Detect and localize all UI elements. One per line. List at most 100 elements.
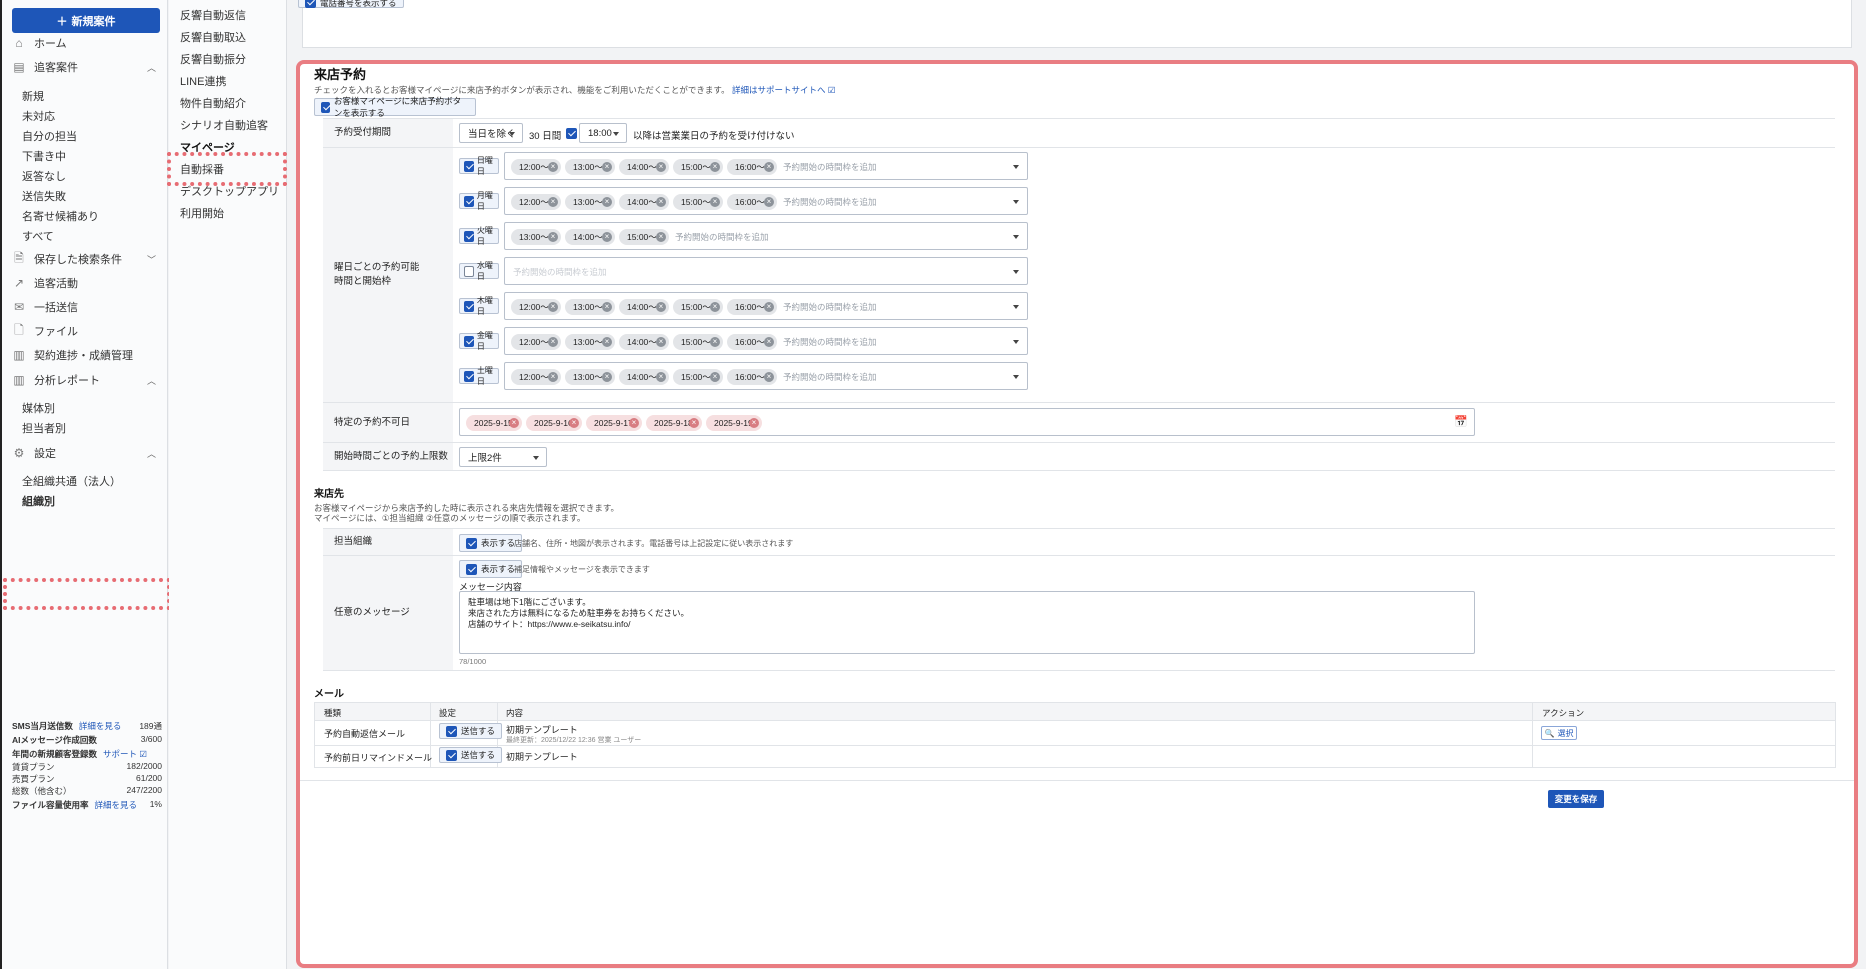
time-slot-label: 16:00〜: [735, 372, 765, 382]
nav-tracking-mine[interactable]: 自分の担当: [22, 128, 77, 144]
remove-slot-icon[interactable]: ×: [602, 197, 612, 207]
calendar-icon[interactable]: 📅: [1454, 415, 1468, 428]
day-slot-select-3[interactable]: 予約開始の時間枠を追加: [504, 257, 1028, 285]
day-slot-select-2[interactable]: 13:00〜 × 14:00〜 × 15:00〜 × 予約開始の時間枠を追加: [504, 222, 1028, 250]
day-checkbox-5[interactable]: 金曜日: [459, 331, 499, 351]
remove-slot-icon[interactable]: ×: [548, 162, 558, 172]
nav-tracking-noreply[interactable]: 返答なし: [22, 168, 66, 184]
remove-date-icon[interactable]: ×: [749, 418, 759, 428]
nav-contract[interactable]: ▥ 契約進捗・成績管理: [12, 344, 162, 366]
remove-slot-icon[interactable]: ×: [710, 302, 720, 312]
mail-title: メール: [314, 689, 344, 700]
subnav-line[interactable]: LINE連携: [180, 73, 226, 89]
nav-settings-common[interactable]: 全組織共通（法人）: [22, 473, 121, 489]
org-show-checkbox[interactable]: 表示する: [459, 534, 523, 552]
remove-slot-icon[interactable]: ×: [764, 197, 774, 207]
message-textarea[interactable]: 駐車場は地下1階にございます。 来店された方は無料になるため駐車券をお持ちくださ…: [459, 591, 1475, 654]
remove-date-icon[interactable]: ×: [509, 418, 519, 428]
auto-reply-send-checkbox[interactable]: 送信する: [439, 723, 503, 739]
sms-detail-link[interactable]: 詳細を見る: [79, 721, 122, 731]
remove-slot-icon[interactable]: ×: [710, 372, 720, 382]
nav-tracking-unhandled[interactable]: 未対応: [22, 108, 55, 124]
remove-slot-icon[interactable]: ×: [656, 162, 666, 172]
subnav-scenario[interactable]: シナリオ自動追客: [180, 117, 268, 133]
subnav-auto-assign[interactable]: 反響自動振分: [180, 51, 246, 67]
remove-slot-icon[interactable]: ×: [656, 232, 666, 242]
message-show-checkbox[interactable]: 表示する: [459, 560, 523, 578]
unavailable-date-field[interactable]: 2025-9-15 × 2025-9-16 × 2025-9-17 × 2025-9-18 ×…: [459, 408, 1475, 436]
day-checkbox-0[interactable]: 日曜日: [459, 156, 499, 176]
nav-report[interactable]: ▥ 分析レポート ︿: [12, 369, 162, 391]
remove-slot-icon[interactable]: ×: [710, 162, 720, 172]
remove-slot-icon[interactable]: ×: [656, 337, 666, 347]
subnav-auto-reply[interactable]: 反響自動返信: [180, 7, 246, 23]
remove-slot-icon[interactable]: ×: [656, 197, 666, 207]
select-template-button[interactable]: 🔍 選択: [1541, 726, 1577, 740]
subnav-property-intro[interactable]: 物件自動紹介: [180, 95, 246, 111]
nav-bulk-send[interactable]: ✉ 一括送信: [12, 296, 162, 318]
nav-activity[interactable]: ↗ 追客活動: [12, 272, 162, 294]
time-select[interactable]: 18:00: [579, 123, 627, 143]
nav-tracking[interactable]: ▤ 追客案件 ︿: [12, 56, 162, 78]
remove-slot-icon[interactable]: ×: [602, 302, 612, 312]
day-checkbox-1[interactable]: 月曜日: [459, 191, 499, 211]
day-checkbox-2[interactable]: 火曜日: [459, 226, 499, 246]
remove-slot-icon[interactable]: ×: [548, 372, 558, 382]
reminder-send-checkbox[interactable]: 送信する: [439, 747, 503, 763]
nav-tracking-all[interactable]: すべて: [22, 228, 54, 244]
remove-slot-icon[interactable]: ×: [548, 337, 558, 347]
remove-slot-icon[interactable]: ×: [602, 372, 612, 382]
time-limit-checkbox[interactable]: [566, 128, 577, 139]
remove-slot-icon[interactable]: ×: [764, 302, 774, 312]
day-slot-select-0[interactable]: 12:00〜 × 13:00〜 × 14:00〜 × 15:00〜 × 16:00〜 × 予約開始の…: [504, 152, 1028, 180]
nav-report-media[interactable]: 媒体別: [22, 400, 55, 416]
remove-date-icon[interactable]: ×: [629, 418, 639, 428]
checkbox-icon: [321, 101, 330, 113]
remove-slot-icon[interactable]: ×: [602, 232, 612, 242]
save-changes-button[interactable]: 変更を保存: [1548, 790, 1604, 808]
remove-slot-icon[interactable]: ×: [548, 302, 558, 312]
new-case-button[interactable]: ＋新規案件: [12, 8, 160, 33]
remove-slot-icon[interactable]: ×: [764, 372, 774, 382]
show-reservation-button-checkbox[interactable]: お客様マイページに来店予約ボタンを表示する: [314, 96, 476, 118]
remove-date-icon[interactable]: ×: [569, 418, 579, 428]
day-checkbox-4[interactable]: 木曜日: [459, 296, 499, 316]
remove-slot-icon[interactable]: ×: [602, 337, 612, 347]
nav-settings[interactable]: ⚙ 設定 ︿: [12, 442, 162, 464]
nav-tracking-merge[interactable]: 名寄せ候補あり: [22, 208, 99, 224]
nav-tracking-draft[interactable]: 下書き中: [22, 148, 66, 164]
day-slot-select-4[interactable]: 12:00〜 × 13:00〜 × 14:00〜 × 15:00〜 × 16:00〜 × 予約開始の…: [504, 292, 1028, 320]
period-select[interactable]: 当日を除く: [459, 123, 523, 143]
nav-tracking-new[interactable]: 新規: [22, 88, 44, 104]
day-slot-select-5[interactable]: 12:00〜 × 13:00〜 × 14:00〜 × 15:00〜 × 16:00〜 × 予約開始の…: [504, 327, 1028, 355]
nav-files[interactable]: 🗋 ファイル: [12, 320, 162, 342]
remove-slot-icon[interactable]: ×: [656, 302, 666, 312]
remove-slot-icon[interactable]: ×: [764, 337, 774, 347]
remove-slot-icon[interactable]: ×: [548, 232, 558, 242]
support-link[interactable]: 詳細はサポートサイトへ ☑: [732, 85, 835, 95]
annual-support-link[interactable]: サポート ☑: [103, 749, 147, 759]
nav-settings-org[interactable]: 組織別: [22, 493, 55, 509]
nav-tracking-failed[interactable]: 送信失敗: [22, 188, 66, 204]
remove-slot-icon[interactable]: ×: [710, 337, 720, 347]
remove-slot-icon[interactable]: ×: [602, 162, 612, 172]
file-detail-link[interactable]: 詳細を見る: [95, 800, 138, 810]
checkbox-icon: [464, 195, 474, 207]
subnav-auto-import[interactable]: 反響自動取込: [180, 29, 246, 45]
remove-slot-icon[interactable]: ×: [710, 197, 720, 207]
remove-date-icon[interactable]: ×: [689, 418, 699, 428]
day-checkbox-3[interactable]: 水曜日: [459, 261, 499, 281]
remove-slot-icon[interactable]: ×: [656, 372, 666, 382]
nav-report-staff[interactable]: 担当者別: [22, 420, 66, 436]
day-slot-select-6[interactable]: 12:00〜 × 13:00〜 × 14:00〜 × 15:00〜 × 16:00〜 × 予約開始の…: [504, 362, 1028, 390]
remove-slot-icon[interactable]: ×: [548, 197, 558, 207]
nav-home[interactable]: ⌂ ホーム: [12, 32, 162, 54]
subnav-start[interactable]: 利用開始: [180, 205, 224, 221]
day-checkbox-6[interactable]: 土曜日: [459, 366, 499, 386]
remove-slot-icon[interactable]: ×: [764, 162, 774, 172]
nav-saved-search[interactable]: 🗎 保存した検索条件 ﹀: [12, 248, 162, 270]
limit-select[interactable]: 上限2件: [459, 447, 547, 467]
main-content: 電話番号を表示する 来店予約 チェックを入れるとお客様マイページに来店予約ボタン…: [288, 0, 1866, 969]
phone-display-checkbox[interactable]: 電話番号を表示する: [298, 0, 404, 8]
day-slot-select-1[interactable]: 12:00〜 × 13:00〜 × 14:00〜 × 15:00〜 × 16:00〜 × 予約開始の…: [504, 187, 1028, 215]
